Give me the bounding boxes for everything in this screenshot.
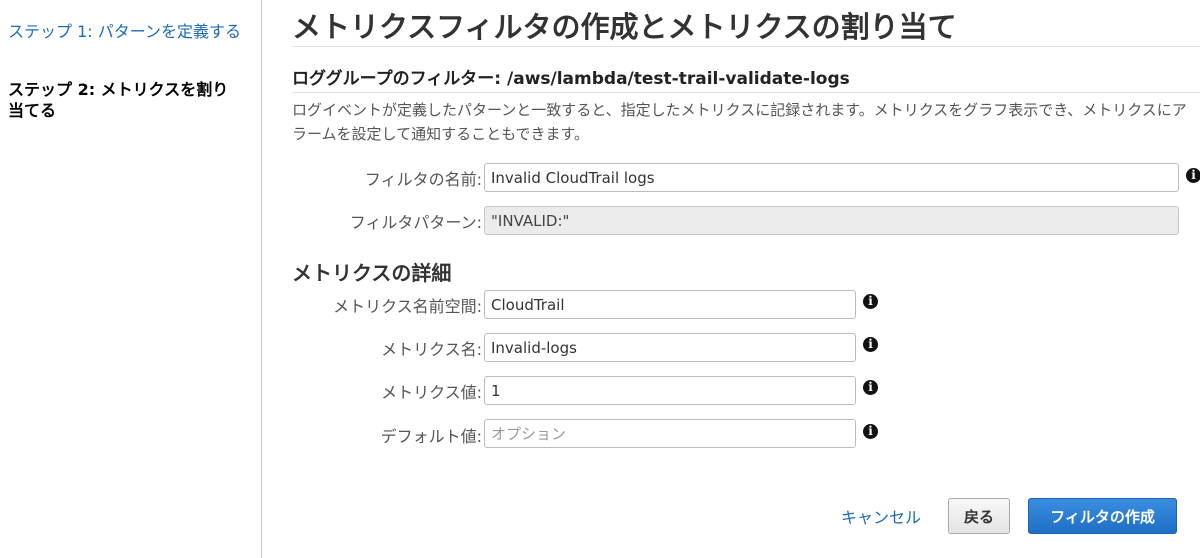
sidebar: ステップ 1: パターンを定義する ステップ 2: メトリクスを割り当てる — [0, 0, 262, 558]
metric-value-label: メトリクス値: — [381, 383, 482, 402]
metric-value-input[interactable] — [484, 376, 856, 405]
page-title: メトリクスフィルタの作成とメトリクスの割り当て — [292, 10, 957, 44]
default-value-label: デフォルト値: — [380, 427, 482, 446]
filter-name-label: フィルタの名前: — [364, 170, 482, 189]
sidebar-step-2-current: ステップ 2: メトリクスを割り当てる — [8, 80, 229, 120]
page: ステップ 1: パターンを定義する ステップ 2: メトリクスを割り当てる メト… — [0, 0, 1200, 558]
metric-details-heading: メトリクスの詳細 — [292, 261, 452, 285]
metric-namespace-input[interactable] — [484, 290, 856, 319]
default-value-info-icon[interactable]: i — [863, 424, 878, 439]
metric-name-input[interactable] — [484, 333, 856, 362]
metric-namespace-info-icon[interactable]: i — [863, 294, 878, 309]
sidebar-step-1-link[interactable]: ステップ 1: パターンを定義する — [8, 21, 248, 42]
title-divider — [292, 46, 1200, 47]
subtitle-divider — [292, 92, 1200, 93]
default-value-input[interactable] — [484, 419, 856, 448]
filter-pattern-label: フィルタパターン: — [349, 213, 482, 232]
filter-name-input[interactable] — [484, 163, 1179, 192]
metric-value-info-icon[interactable]: i — [863, 380, 878, 395]
back-button[interactable]: 戻る — [948, 498, 1010, 534]
metric-namespace-label: メトリクス名前空間: — [333, 297, 482, 316]
filter-pattern-field — [484, 206, 1179, 235]
description-text: ログイベントが定義したパターンと一致すると、指定したメトリクスに記録されます。メ… — [292, 101, 1187, 143]
cancel-link[interactable]: キャンセル — [841, 504, 921, 528]
metric-name-label: メトリクス名: — [381, 340, 482, 359]
filter-name-info-icon[interactable]: i — [1186, 168, 1200, 183]
create-filter-button[interactable]: フィルタの作成 — [1028, 498, 1177, 534]
metric-name-info-icon[interactable]: i — [863, 337, 878, 352]
log-group-subtitle: ロググループのフィルター: /aws/lambda/test-trail-val… — [292, 69, 850, 89]
